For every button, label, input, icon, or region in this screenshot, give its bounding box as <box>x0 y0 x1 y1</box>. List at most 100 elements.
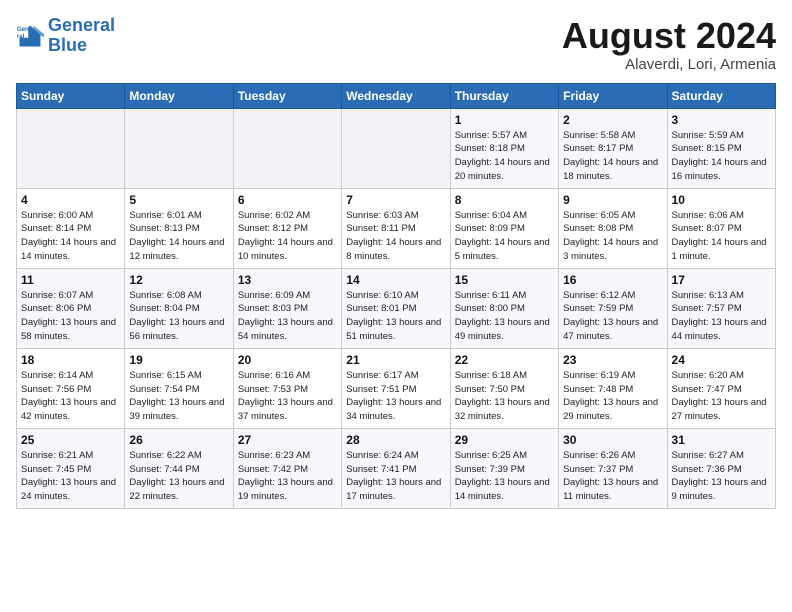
day-number: 17 <box>672 273 771 287</box>
day-number: 8 <box>455 193 554 207</box>
day-number: 3 <box>672 113 771 127</box>
day-cell: 22Sunrise: 6:18 AM Sunset: 7:50 PM Dayli… <box>450 348 558 428</box>
day-number: 20 <box>238 353 337 367</box>
day-number: 25 <box>21 433 120 447</box>
day-cell: 3 Sunrise: 5:59 AM Sunset: 8:15 PM Daylig… <box>667 108 775 188</box>
day-info: Sunrise: 6:20 AM Sunset: 7:47 PM Dayligh… <box>672 369 771 424</box>
day-number: 10 <box>672 193 771 207</box>
day-number: 9 <box>563 193 662 207</box>
day-number: 19 <box>129 353 228 367</box>
day-cell: 16 Sunrise: 6:12 AM Sunset: 7:59 PM Dayli… <box>559 268 667 348</box>
day-info: Sunrise: 6:19 AM Sunset: 7:48 PM Dayligh… <box>563 369 662 424</box>
logo-general: General <box>48 15 115 35</box>
week-row-1: 1Sunrise: 5:57 AM Sunset: 8:18 PM Daylig… <box>17 108 776 188</box>
day-number: 12 <box>129 273 228 287</box>
day-cell: 11 Sunrise: 6:07 AM Sunset: 8:06 PM Dayli… <box>17 268 125 348</box>
day-number: 4 <box>21 193 120 207</box>
day-info: Sunrise: 6:06 AM Sunset: 8:07 PM Dayligh… <box>672 209 771 264</box>
day-info: Sunrise: 6:07 AM Sunset: 8:06 PM Dayligh… <box>21 289 120 344</box>
day-number: 1 <box>455 113 554 127</box>
calendar: SundayMondayTuesdayWednesdayThursdayFrid… <box>16 83 776 509</box>
day-info: Sunrise: 6:09 AM Sunset: 8:03 PM Dayligh… <box>238 289 337 344</box>
day-cell: 6Sunrise: 6:02 AM Sunset: 8:12 PM Daylig… <box>233 188 341 268</box>
day-info: Sunrise: 6:12 AM Sunset: 7:59 PM Dayligh… <box>563 289 662 344</box>
day-cell: 29 Sunrise: 6:25 AM Sunset: 7:39 PM Dayli… <box>450 428 558 508</box>
day-cell: 17 Sunrise: 6:13 AM Sunset: 7:57 PM Dayli… <box>667 268 775 348</box>
day-info: Sunrise: 6:26 AM Sunset: 7:37 PM Dayligh… <box>563 449 662 504</box>
day-cell: 31Sunrise: 6:27 AM Sunset: 7:36 PM Dayli… <box>667 428 775 508</box>
day-cell: 21Sunrise: 6:17 AM Sunset: 7:51 PM Dayli… <box>342 348 450 428</box>
day-number: 11 <box>21 273 120 287</box>
logo-blue: Blue <box>48 35 87 55</box>
day-cell <box>233 108 341 188</box>
day-cell: 25Sunrise: 6:21 AM Sunset: 7:45 PM Dayli… <box>17 428 125 508</box>
day-cell <box>342 108 450 188</box>
header-day-tuesday: Tuesday <box>233 83 341 108</box>
day-number: 26 <box>129 433 228 447</box>
day-number: 13 <box>238 273 337 287</box>
calendar-body: 1Sunrise: 5:57 AM Sunset: 8:18 PM Daylig… <box>17 108 776 508</box>
week-row-4: 18Sunrise: 6:14 AM Sunset: 7:56 PM Dayli… <box>17 348 776 428</box>
day-cell: 2Sunrise: 5:58 AM Sunset: 8:17 PM Daylig… <box>559 108 667 188</box>
day-cell: 7Sunrise: 6:03 AM Sunset: 8:11 PM Daylig… <box>342 188 450 268</box>
day-info: Sunrise: 6:13 AM Sunset: 7:57 PM Dayligh… <box>672 289 771 344</box>
svg-text:ral: ral <box>17 33 25 40</box>
day-info: Sunrise: 6:10 AM Sunset: 8:01 PM Dayligh… <box>346 289 445 344</box>
day-cell: 27 Sunrise: 6:23 AM Sunset: 7:42 PM Dayli… <box>233 428 341 508</box>
day-info: Sunrise: 6:17 AM Sunset: 7:51 PM Dayligh… <box>346 369 445 424</box>
day-number: 5 <box>129 193 228 207</box>
header-day-friday: Friday <box>559 83 667 108</box>
week-row-2: 4 Sunrise: 6:00 AM Sunset: 8:14 PM Daylig… <box>17 188 776 268</box>
day-info: Sunrise: 6:15 AM Sunset: 7:54 PM Dayligh… <box>129 369 228 424</box>
page: Gene ral General Blue August 2024 Alaver… <box>0 0 792 612</box>
day-info: Sunrise: 6:24 AM Sunset: 7:41 PM Dayligh… <box>346 449 445 504</box>
day-info: Sunrise: 6:01 AM Sunset: 8:13 PM Dayligh… <box>129 209 228 264</box>
svg-text:Gene: Gene <box>17 26 33 33</box>
title-block: August 2024 Alaverdi, Lori, Armenia <box>562 16 776 73</box>
day-cell: 23 Sunrise: 6:19 AM Sunset: 7:48 PM Dayli… <box>559 348 667 428</box>
day-info: Sunrise: 6:18 AM Sunset: 7:50 PM Dayligh… <box>455 369 554 424</box>
day-cell: 24 Sunrise: 6:20 AM Sunset: 7:47 PM Dayli… <box>667 348 775 428</box>
day-cell: 30 Sunrise: 6:26 AM Sunset: 7:37 PM Dayli… <box>559 428 667 508</box>
logo: Gene ral General Blue <box>16 16 115 56</box>
calendar-header: SundayMondayTuesdayWednesdayThursdayFrid… <box>17 83 776 108</box>
day-info: Sunrise: 5:59 AM Sunset: 8:15 PM Dayligh… <box>672 129 771 184</box>
day-number: 15 <box>455 273 554 287</box>
day-info: Sunrise: 6:22 AM Sunset: 7:44 PM Dayligh… <box>129 449 228 504</box>
day-cell: 4 Sunrise: 6:00 AM Sunset: 8:14 PM Daylig… <box>17 188 125 268</box>
day-info: Sunrise: 6:00 AM Sunset: 8:14 PM Dayligh… <box>21 209 120 264</box>
logo-text: General Blue <box>48 16 115 56</box>
day-cell <box>125 108 233 188</box>
day-cell: 9 Sunrise: 6:05 AM Sunset: 8:08 PM Daylig… <box>559 188 667 268</box>
day-number: 24 <box>672 353 771 367</box>
day-cell <box>17 108 125 188</box>
day-info: Sunrise: 6:23 AM Sunset: 7:42 PM Dayligh… <box>238 449 337 504</box>
day-info: Sunrise: 6:03 AM Sunset: 8:11 PM Dayligh… <box>346 209 445 264</box>
day-number: 27 <box>238 433 337 447</box>
day-number: 30 <box>563 433 662 447</box>
day-info: Sunrise: 6:25 AM Sunset: 7:39 PM Dayligh… <box>455 449 554 504</box>
day-cell: 12 Sunrise: 6:08 AM Sunset: 8:04 PM Dayli… <box>125 268 233 348</box>
day-info: Sunrise: 6:14 AM Sunset: 7:56 PM Dayligh… <box>21 369 120 424</box>
header-day-monday: Monday <box>125 83 233 108</box>
subtitle: Alaverdi, Lori, Armenia <box>562 56 776 73</box>
day-info: Sunrise: 5:58 AM Sunset: 8:17 PM Dayligh… <box>563 129 662 184</box>
day-cell: 20 Sunrise: 6:16 AM Sunset: 7:53 PM Dayli… <box>233 348 341 428</box>
day-cell: 10 Sunrise: 6:06 AM Sunset: 8:07 PM Dayli… <box>667 188 775 268</box>
day-cell: 19 Sunrise: 6:15 AM Sunset: 7:54 PM Dayli… <box>125 348 233 428</box>
day-info: Sunrise: 6:16 AM Sunset: 7:53 PM Dayligh… <box>238 369 337 424</box>
day-cell: 26 Sunrise: 6:22 AM Sunset: 7:44 PM Dayli… <box>125 428 233 508</box>
day-cell: 13 Sunrise: 6:09 AM Sunset: 8:03 PM Dayli… <box>233 268 341 348</box>
day-number: 29 <box>455 433 554 447</box>
day-cell: 28Sunrise: 6:24 AM Sunset: 7:41 PM Dayli… <box>342 428 450 508</box>
day-cell: 14Sunrise: 6:10 AM Sunset: 8:01 PM Dayli… <box>342 268 450 348</box>
day-info: Sunrise: 6:02 AM Sunset: 8:12 PM Dayligh… <box>238 209 337 264</box>
day-info: Sunrise: 6:08 AM Sunset: 8:04 PM Dayligh… <box>129 289 228 344</box>
day-info: Sunrise: 6:05 AM Sunset: 8:08 PM Dayligh… <box>563 209 662 264</box>
day-cell: 1Sunrise: 5:57 AM Sunset: 8:18 PM Daylig… <box>450 108 558 188</box>
day-number: 23 <box>563 353 662 367</box>
header: Gene ral General Blue August 2024 Alaver… <box>16 16 776 73</box>
week-row-3: 11 Sunrise: 6:07 AM Sunset: 8:06 PM Dayli… <box>17 268 776 348</box>
day-info: Sunrise: 6:27 AM Sunset: 7:36 PM Dayligh… <box>672 449 771 504</box>
day-number: 16 <box>563 273 662 287</box>
